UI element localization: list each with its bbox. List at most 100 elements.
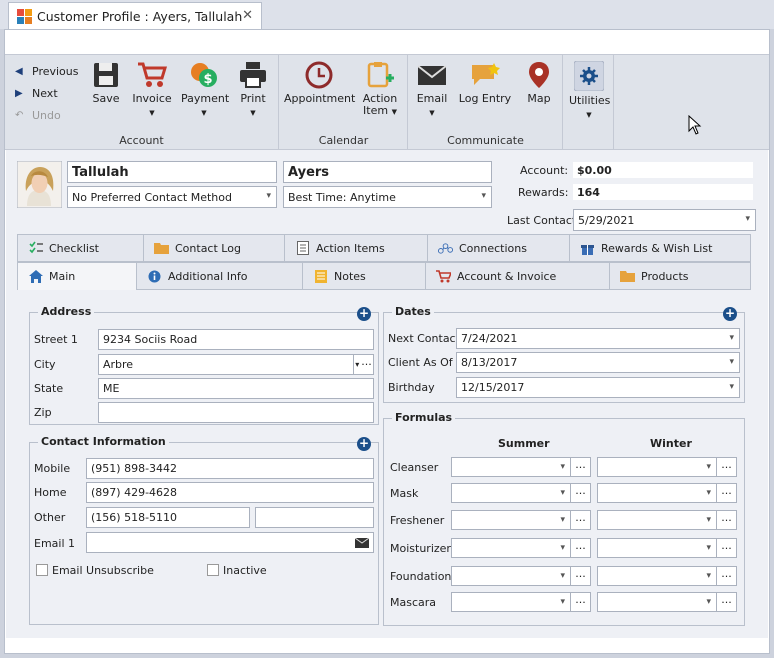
other-phone-input[interactable]: (156) 518-5110	[86, 507, 250, 528]
account-label: Account:	[520, 164, 569, 177]
mobile-input[interactable]: (951) 898-3442	[86, 458, 374, 479]
city-select[interactable]: Arbre	[98, 354, 354, 375]
birthday-date-select[interactable]: 12/15/2017	[456, 377, 740, 398]
address-panel: Address + Street 1 9234 Sociis Road City…	[29, 305, 379, 425]
best-time-select[interactable]: Best Time: Anytime	[283, 186, 492, 208]
rewards-label: Rewards:	[518, 186, 569, 199]
close-tab-icon[interactable]: ✕	[242, 8, 253, 23]
utilities-button[interactable]: Utilities ▼	[569, 61, 610, 121]
formula-winter-more-button[interactable]: ···	[717, 538, 737, 558]
formula-summer-more-button[interactable]: ···	[571, 566, 591, 586]
formulas-title: Formulas	[392, 411, 456, 424]
document-tab[interactable]: Customer Profile : Ayers, Tallulah ✕	[8, 2, 262, 29]
payment-button[interactable]: $ Payment ▼	[181, 61, 229, 119]
formula-row-label: Mascara	[390, 596, 437, 609]
contact-information-panel: Contact Information + Mobile (951) 898-3…	[29, 435, 379, 625]
state-input[interactable]: ME	[98, 378, 374, 399]
formula-summer-select[interactable]	[451, 592, 571, 612]
tab-notes[interactable]: Notes	[302, 262, 426, 290]
formula-summer-select[interactable]	[451, 457, 571, 477]
formula-summer-more-button[interactable]: ···	[571, 510, 591, 530]
group-label-account: Account	[119, 134, 164, 147]
next-button[interactable]: ▶ Next	[15, 87, 58, 100]
formula-winter-more-button[interactable]: ···	[717, 483, 737, 503]
tab-action-items[interactable]: Action Items	[284, 234, 428, 262]
formula-winter-select[interactable]	[597, 538, 717, 558]
contact-method-select[interactable]: No Preferred Contact Method	[67, 186, 277, 208]
invoice-button[interactable]: Invoice ▼	[131, 61, 173, 119]
formula-row-label: Freshener	[390, 514, 445, 527]
group-label-calendar: Calendar	[318, 134, 369, 147]
formula-winter-more-button[interactable]: ···	[717, 566, 737, 586]
contact-information-title: Contact Information	[38, 435, 169, 448]
envelope-icon[interactable]	[355, 538, 369, 548]
formula-winter-select[interactable]	[597, 592, 717, 612]
email-label: Email 1	[34, 537, 76, 550]
formula-summer-more-button[interactable]: ···	[571, 592, 591, 612]
previous-button[interactable]: ◀ Previous	[15, 65, 79, 78]
address-title: Address	[38, 305, 95, 318]
ribbon-group-calendar: Appointment Action Item ▼ Calendar	[280, 55, 408, 151]
formula-summer-select[interactable]	[451, 538, 571, 558]
log-entry-button[interactable]: Log Entry	[457, 61, 513, 105]
undo-button[interactable]: ↶ Undo	[15, 109, 61, 122]
map-button[interactable]: Map	[521, 61, 557, 105]
formula-winter-select[interactable]	[597, 457, 717, 477]
city-more-button[interactable]: ▾ ···	[354, 354, 374, 375]
mobile-label: Mobile	[34, 462, 71, 475]
map-pin-icon	[529, 62, 549, 88]
other-phone-extension-input[interactable]	[255, 507, 374, 528]
last-name-input[interactable]: Ayers	[283, 161, 492, 183]
add-contact-icon[interactable]: +	[357, 437, 371, 451]
tab-contact-log[interactable]: Contact Log	[143, 234, 285, 262]
formula-summer-more-button[interactable]: ···	[571, 457, 591, 477]
formula-winter-select[interactable]	[597, 510, 717, 530]
formula-summer-more-button[interactable]: ···	[571, 538, 591, 558]
action-item-button[interactable]: Action Item ▼	[358, 61, 402, 118]
rewards-value: 164	[573, 184, 753, 200]
zip-label: Zip	[34, 406, 52, 419]
formula-summer-select[interactable]	[451, 483, 571, 503]
printer-icon	[240, 62, 266, 88]
last-contact-label: Last Contact	[507, 214, 577, 227]
zip-input[interactable]	[98, 402, 374, 423]
street-input[interactable]: 9234 Sociis Road	[98, 329, 374, 350]
client-as-of-date-select[interactable]: 8/13/2017	[456, 352, 740, 373]
add-date-icon[interactable]: +	[723, 307, 737, 321]
first-name-input[interactable]: Tallulah	[67, 161, 277, 183]
city-label: City	[34, 358, 56, 371]
other-label: Other	[34, 511, 66, 524]
inactive-checkbox[interactable]	[207, 564, 219, 576]
save-button[interactable]: Save	[91, 61, 121, 105]
customer-avatar[interactable]	[17, 161, 62, 208]
formula-winter-select[interactable]	[597, 566, 717, 586]
tab-main[interactable]: Main	[17, 262, 137, 290]
formula-winter-more-button[interactable]: ···	[717, 457, 737, 477]
next-contact-date-select[interactable]: 7/24/2021	[456, 328, 740, 349]
tab-rewards-wish-list[interactable]: Rewards & Wish List	[569, 234, 751, 262]
clock-icon	[305, 61, 333, 89]
log-entry-chat-icon	[472, 63, 500, 85]
formula-winter-more-button[interactable]: ···	[717, 592, 737, 612]
formula-summer-select[interactable]	[451, 510, 571, 530]
print-button[interactable]: Print ▼	[237, 61, 269, 119]
gift-icon	[580, 241, 595, 255]
tab-additional-info[interactable]: Additional Info	[136, 262, 303, 290]
email-input[interactable]	[86, 532, 374, 553]
add-address-icon[interactable]: +	[357, 307, 371, 321]
tab-checklist[interactable]: Checklist	[17, 234, 144, 262]
last-contact-date-select[interactable]: 5/29/2021	[573, 209, 756, 231]
formula-winter-more-button[interactable]: ···	[717, 510, 737, 530]
email-unsubscribe-checkbox[interactable]	[36, 564, 48, 576]
tab-connections[interactable]: Connections	[427, 234, 570, 262]
formula-row-label: Moisturizer	[390, 542, 451, 555]
tab-account-invoice[interactable]: Account & Invoice	[425, 262, 610, 290]
email-button[interactable]: Email ▼	[415, 61, 449, 119]
formula-summer-more-button[interactable]: ···	[571, 483, 591, 503]
formula-winter-select[interactable]	[597, 483, 717, 503]
appointment-button[interactable]: Appointment	[284, 61, 355, 105]
folder-icon	[620, 269, 635, 283]
tab-products[interactable]: Products	[609, 262, 751, 290]
home-phone-input[interactable]: (897) 429-4628	[86, 482, 374, 503]
formula-summer-select[interactable]	[451, 566, 571, 586]
